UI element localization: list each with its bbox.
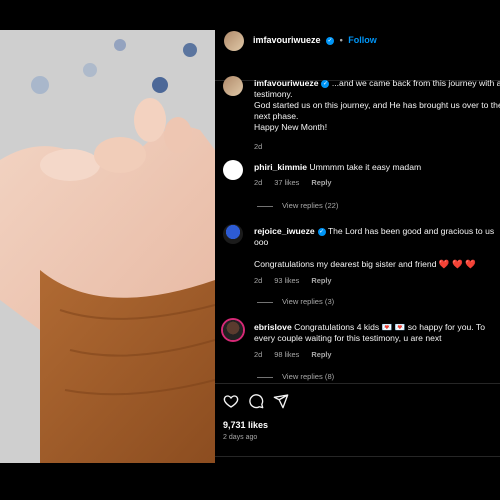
- view-replies-label: View replies (22): [282, 201, 339, 210]
- share-icon[interactable]: [273, 393, 289, 409]
- reply-button[interactable]: Reply: [311, 350, 331, 359]
- comment-time: 2d: [254, 276, 263, 285]
- commenter-avatar[interactable]: [223, 224, 243, 244]
- follow-button[interactable]: Follow: [348, 35, 377, 45]
- separator-dot: •: [339, 35, 343, 45]
- comment-time: 2d: [254, 350, 263, 359]
- comment-text: ebrislove Congratulations 4 kids 💌 💌 so …: [254, 322, 500, 344]
- comment-body: every couple waiting for this testimony,…: [254, 333, 442, 343]
- comment-body: ooo: [254, 237, 269, 247]
- comment-body: The Lord has been good and gracious to u…: [327, 226, 495, 236]
- reply-button[interactable]: Reply: [311, 178, 331, 187]
- comment-username[interactable]: rejoice_iwueze: [254, 226, 315, 236]
- view-replies-button[interactable]: View replies (3): [257, 297, 334, 306]
- post-actions: 9,731 likes 2 days ago: [215, 383, 500, 500]
- replies-divider: [257, 301, 273, 303]
- view-replies-label: View replies (8): [282, 372, 335, 381]
- post-side-panel: imfavouriwueze ✓ • Follow imfavouriwueze…: [215, 0, 500, 500]
- reply-button[interactable]: Reply: [311, 276, 331, 285]
- caption-line: testimony.: [254, 89, 293, 99]
- post-timestamp: 2 days ago: [223, 434, 258, 441]
- verified-badge-icon: ✓: [321, 79, 330, 88]
- caption-line: Happy New Month!: [254, 122, 328, 132]
- replies-divider: [257, 376, 273, 378]
- author-username[interactable]: imfavouriwueze: [253, 35, 321, 45]
- author-line: imfavouriwueze ✓ • Follow: [253, 35, 377, 45]
- caption-line: next phase.: [254, 111, 299, 121]
- comment-text: phiri_kimmie Ummmm take it easy madam: [254, 162, 500, 173]
- comment-time: 2d: [254, 178, 263, 187]
- comment-meta: 2d 37 likes Reply: [254, 178, 342, 187]
- verified-badge-icon: ✓: [326, 36, 335, 45]
- comment-likes[interactable]: 98 likes: [274, 350, 299, 359]
- comment-meta: 2d 98 likes Reply: [254, 350, 342, 359]
- post-header: imfavouriwueze ✓ • Follow: [215, 0, 500, 81]
- comment-icon[interactable]: [248, 393, 264, 409]
- post-photo: [0, 30, 215, 463]
- caption-time: 2d: [254, 142, 263, 151]
- replies-divider: [257, 205, 273, 207]
- caption-line: God started us on this journey, and He h…: [254, 100, 500, 110]
- caption-text: imfavouriwueze ✓ ...and we came back from…: [254, 78, 500, 133]
- verified-badge-icon: ✓: [317, 227, 326, 236]
- likes-count[interactable]: 9,731 likes: [223, 420, 268, 430]
- author-avatar[interactable]: [224, 31, 244, 51]
- comments-list[interactable]: imfavouriwueze ✓ ...and we came back from…: [215, 70, 500, 382]
- view-replies-label: View replies (3): [282, 297, 335, 306]
- comment-body: Ummmm take it easy madam: [309, 162, 422, 172]
- caption-avatar[interactable]: [223, 76, 243, 96]
- view-replies-button[interactable]: View replies (22): [257, 201, 338, 210]
- add-comment-bar[interactable]: [215, 456, 500, 500]
- caption-meta: 2d: [254, 142, 272, 151]
- comment-username[interactable]: ebrislove: [254, 322, 292, 332]
- commenter-avatar[interactable]: [223, 320, 243, 340]
- caption-username[interactable]: imfavouriwueze: [254, 78, 318, 88]
- caption-line: ...and we came back from this journey wi…: [331, 78, 500, 88]
- comment-text: rejoice_iwueze ✓ The Lord has been good a…: [254, 226, 500, 270]
- comment-likes[interactable]: 37 likes: [274, 178, 299, 187]
- comment-body: Congratulations 4 kids 💌 💌 so happy for …: [294, 322, 485, 332]
- commenter-avatar[interactable]: [223, 160, 243, 180]
- heart-icon[interactable]: [223, 393, 239, 409]
- comment-meta: 2d 93 likes Reply: [254, 276, 342, 285]
- view-replies-button[interactable]: View replies (8): [257, 372, 334, 381]
- comment-likes[interactable]: 93 likes: [274, 276, 299, 285]
- comment-body: Congratulations my dearest big sister an…: [254, 259, 476, 269]
- comment-username[interactable]: phiri_kimmie: [254, 162, 307, 172]
